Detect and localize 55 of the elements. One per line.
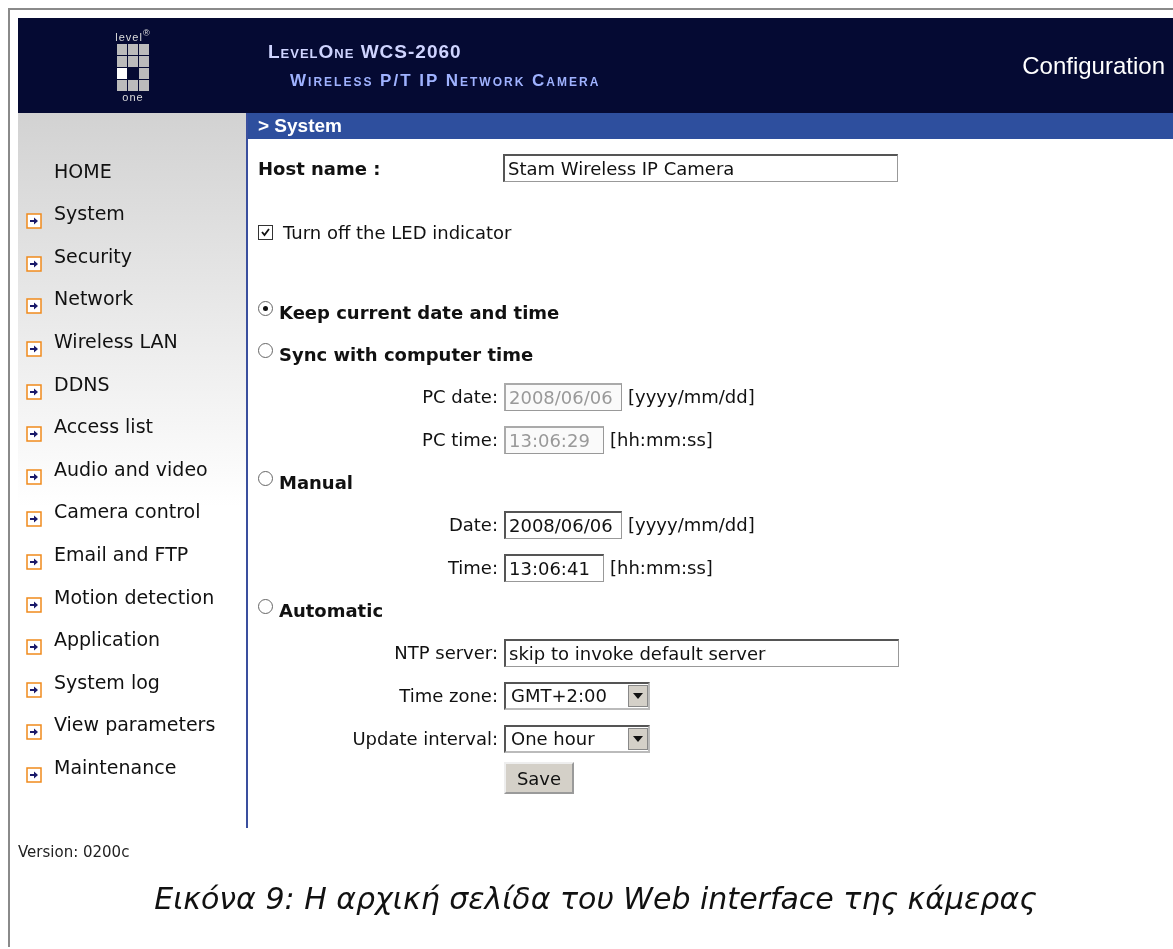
logo-icon — [116, 43, 150, 92]
radio-button[interactable] — [258, 300, 273, 316]
dropdown[interactable]: GMT+2:00 — [504, 681, 650, 710]
sidebar-item[interactable]: Network — [18, 278, 246, 322]
sidebar-item[interactable]: Security — [18, 236, 246, 279]
sidebar-item[interactable]: Maintenance — [18, 747, 246, 790]
led-checkbox[interactable] — [258, 224, 273, 240]
figure-caption: Εικόνα 9: Η αρχική σελίδα του Web interface της κάμερας — [154, 881, 1037, 916]
field-label: PC date: — [421, 386, 498, 407]
format-hint: [hh:mm:ss] — [610, 429, 713, 450]
format-hint: [yyyy/mm/dd] — [628, 386, 755, 407]
product-title: LevelOne WCS-2060 — [268, 40, 462, 63]
caret-icon — [633, 692, 643, 699]
sidebar-item[interactable]: Camera control — [18, 491, 246, 535]
sidebar-item[interactable]: View parameters — [18, 704, 246, 748]
field-label: Date: — [447, 514, 498, 535]
product-subtitle: Wireless P/T IP Network Camera — [289, 70, 601, 91]
input-field[interactable]: 2008/06/06 — [504, 510, 622, 539]
format-hint: [hh:mm:ss] — [610, 557, 713, 578]
caret-icon — [633, 735, 643, 742]
input-field[interactable]: skip to invoke default server — [504, 638, 899, 667]
radio-button[interactable] — [258, 598, 273, 614]
logo-text: level$^{®}$ — [115, 27, 151, 43]
sidebar-item[interactable]: Wireless LAN — [18, 321, 246, 364]
sidebar-item[interactable]: System — [18, 193, 246, 237]
sidebar-item[interactable]: DDNS — [18, 363, 246, 407]
host-name-field[interactable]: Stam Wireless IP Camera — [503, 154, 898, 182]
radio-label: Sync with computer time — [279, 343, 534, 365]
input-field[interactable]: 13:06:41 — [504, 553, 604, 582]
page-title-bar: > System — [248, 113, 1173, 139]
field-label: PC time: — [421, 429, 498, 450]
dropdown[interactable]: One hour — [504, 724, 650, 753]
radio-label: Keep current date and time — [279, 301, 560, 323]
field-label: Update interval: — [351, 728, 498, 749]
radio-button[interactable] — [258, 342, 273, 358]
sidebar-item[interactable]: System log — [18, 662, 246, 705]
sidebar-item[interactable]: Email and FTP — [18, 534, 246, 577]
sidebar-item[interactable]: Motion detection — [18, 576, 246, 620]
version-text: Version: 0200c — [18, 843, 130, 861]
format-hint: [yyyy/mm/dd] — [628, 514, 755, 535]
sidebar-item[interactable]: HOME — [18, 151, 246, 194]
save-button[interactable]: Save — [504, 762, 574, 794]
field-label: Time: — [446, 557, 498, 578]
radio-label: Automatic — [279, 599, 384, 621]
field-label: NTP server: — [393, 642, 498, 663]
radio-label: Manual — [279, 471, 353, 493]
field-label: Time zone: — [398, 685, 498, 706]
sidebar-item[interactable]: Access list — [18, 406, 246, 450]
sidebar-item[interactable]: Application — [18, 619, 246, 663]
host-name-label: Host name : — [258, 157, 382, 179]
sidebar-item[interactable]: Audio and video — [18, 449, 246, 492]
radio-button[interactable] — [258, 470, 273, 486]
led-label: Turn off the LED indicator — [283, 221, 512, 243]
logo-text: one — [122, 92, 144, 104]
section-title: Configuration — [1022, 51, 1166, 80]
